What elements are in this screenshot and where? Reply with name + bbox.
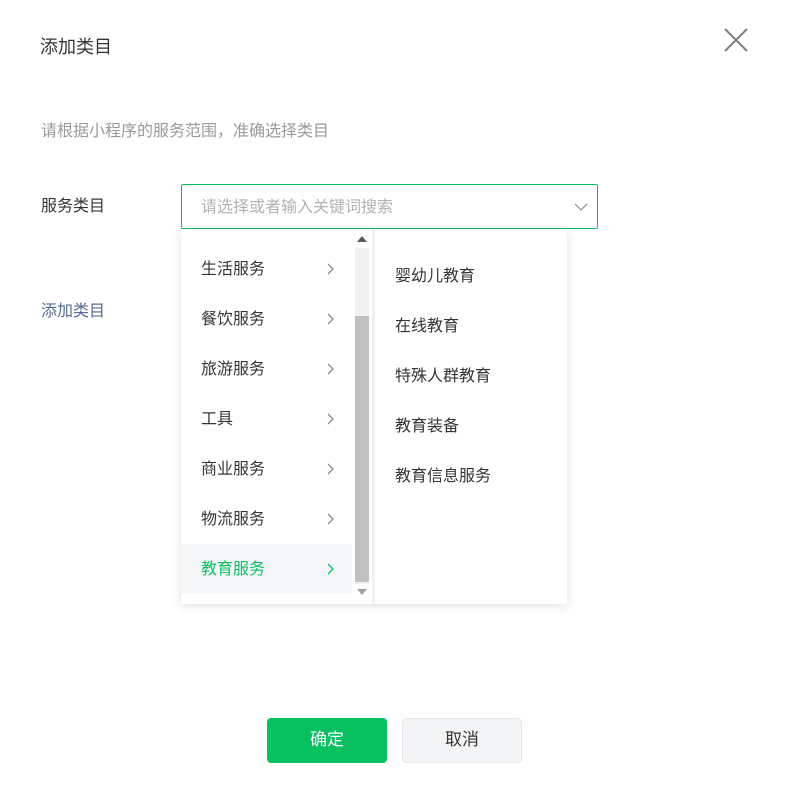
category-item-label: 餐饮服务: [201, 309, 266, 328]
category-item-label: 商业服务: [201, 459, 266, 478]
category-item-life-services[interactable]: 生活服务: [181, 244, 352, 294]
service-category-label: 服务类目: [41, 196, 106, 215]
confirm-button[interactable]: 确定: [267, 718, 387, 763]
dialog-title: 添加类目: [40, 37, 112, 58]
subcategory-item-infant-education[interactable]: 婴幼儿教育: [375, 243, 567, 293]
category-dropdown: 生活服务 餐饮服务 旅游服务 工具 商业服务 物流服务 教育服务 婴幼儿教育 在…: [181, 230, 567, 604]
add-category-link[interactable]: 添加类目: [41, 299, 105, 323]
chevron-right-icon: [327, 313, 334, 325]
subcategory-item-label: 婴幼儿教育: [395, 266, 476, 285]
chevron-down-icon: [574, 203, 588, 211]
category-item-travel[interactable]: 旅游服务: [181, 344, 352, 394]
scrollbar-thumb[interactable]: [355, 316, 369, 582]
chevron-right-icon: [327, 413, 334, 425]
scroll-down-arrow-icon[interactable]: [357, 589, 367, 595]
category-item-logistics[interactable]: 物流服务: [181, 494, 352, 544]
category-search-select[interactable]: 请选择或者输入关键词搜索: [181, 184, 598, 229]
subcategory-list: 婴幼儿教育 在线教育 特殊人群教育 教育装备 教育信息服务: [375, 230, 567, 604]
scroll-up-arrow-icon[interactable]: [357, 236, 367, 242]
select-placeholder: 请选择或者输入关键词搜索: [201, 197, 394, 216]
chevron-right-icon: [327, 513, 334, 525]
chevron-right-icon: [327, 363, 334, 375]
chevron-right-icon: [327, 463, 334, 475]
subcategory-item-label: 在线教育: [395, 316, 460, 335]
subcategory-item-education-equipment[interactable]: 教育装备: [375, 393, 567, 443]
category-item-education[interactable]: 教育服务: [181, 544, 352, 594]
subcategory-item-special-education[interactable]: 特殊人群教育: [375, 343, 567, 393]
chevron-right-icon: [327, 263, 334, 275]
add-category-dialog: 添加类目 请根据小程序的服务范围，准确选择类目 服务类目 请选择或者输入关键词搜…: [0, 0, 788, 803]
category-item-business[interactable]: 商业服务: [181, 444, 352, 494]
category-item-catering[interactable]: 餐饮服务: [181, 294, 352, 344]
category-item-label: 教育服务: [201, 559, 266, 578]
category-scrollbar[interactable]: [352, 230, 372, 604]
close-icon[interactable]: [722, 26, 750, 54]
hint-text: 请根据小程序的服务范围，准确选择类目: [41, 121, 330, 140]
subcategory-item-label: 特殊人群教育: [395, 366, 492, 385]
subcategory-item-label: 教育装备: [395, 416, 460, 435]
category-item-label: 工具: [201, 409, 234, 428]
category-list: 生活服务 餐饮服务 旅游服务 工具 商业服务 物流服务 教育服务: [181, 230, 352, 604]
cancel-button[interactable]: 取消: [402, 718, 522, 763]
subcategory-item-online-education[interactable]: 在线教育: [375, 293, 567, 343]
chevron-right-icon: [327, 563, 334, 575]
category-item-label: 物流服务: [201, 509, 266, 528]
subcategory-item-education-info-services[interactable]: 教育信息服务: [375, 443, 567, 493]
category-item-label: 旅游服务: [201, 359, 266, 378]
category-item-label: 生活服务: [201, 259, 266, 278]
subcategory-item-label: 教育信息服务: [395, 466, 492, 485]
category-item-tools[interactable]: 工具: [181, 394, 352, 444]
